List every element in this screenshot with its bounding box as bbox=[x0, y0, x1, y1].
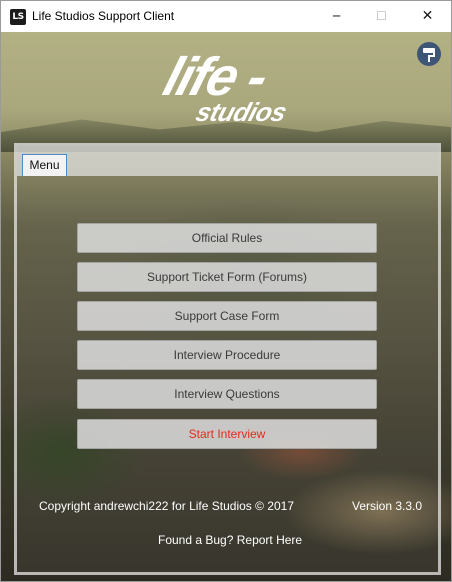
life-studios-logo: life - studios bbox=[157, 47, 290, 127]
tab-menu[interactable]: Menu bbox=[22, 154, 67, 176]
window-title: Life Studios Support Client bbox=[32, 9, 175, 23]
support-ticket-form-button[interactable]: Support Ticket Form (Forums) bbox=[77, 262, 377, 292]
menu-panel: Menu Official Rules Support Ticket Form … bbox=[14, 143, 441, 575]
main-content: life - studios Menu Official Rules Suppo… bbox=[1, 32, 451, 581]
tab-bar: Menu bbox=[17, 146, 438, 176]
maximize-button[interactable]: ☐ bbox=[359, 1, 404, 31]
start-interview-button[interactable]: Start Interview bbox=[77, 419, 377, 449]
report-bug-link[interactable]: Found a Bug? Report Here bbox=[158, 533, 302, 547]
support-case-form-button[interactable]: Support Case Form bbox=[77, 301, 377, 331]
official-rules-button[interactable]: Official Rules bbox=[77, 223, 377, 253]
app-window: LS Life Studios Support Client ─ ☐ ✕ lif… bbox=[0, 0, 452, 582]
interview-procedure-button[interactable]: Interview Procedure bbox=[77, 340, 377, 370]
paint-roller-icon[interactable] bbox=[417, 42, 441, 66]
minimize-button[interactable]: ─ bbox=[314, 1, 359, 31]
copyright-text: Copyright andrewchi222 for Life Studios … bbox=[39, 499, 294, 513]
app-logo-icon: LS bbox=[10, 9, 26, 25]
close-button[interactable]: ✕ bbox=[405, 1, 450, 31]
version-label: Version 3.3.0 bbox=[352, 499, 423, 513]
logo-studios-text: studios bbox=[193, 97, 290, 126]
interview-questions-button[interactable]: Interview Questions bbox=[77, 379, 377, 409]
title-bar[interactable]: LS Life Studios Support Client ─ ☐ ✕ bbox=[1, 1, 451, 32]
